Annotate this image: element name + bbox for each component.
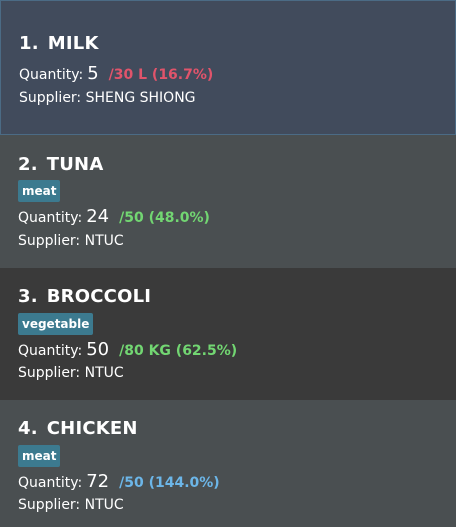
item-index: 3. xyxy=(18,286,38,307)
list-item-chicken[interactable]: 4. CHICKEN meat Quantity: 72/50 (144.0%) S… xyxy=(0,400,456,527)
item-supplier: Supplier: NTUC xyxy=(18,365,124,381)
quantity-value: 5 xyxy=(87,63,99,84)
quantity-label: Quantity: xyxy=(18,343,83,359)
quantity-stat: /50 (144.0%) xyxy=(119,475,220,491)
item-supplier: Supplier: SHENG SHIONG xyxy=(19,90,196,106)
item-index: 4. xyxy=(18,418,38,439)
quantity-value: 72 xyxy=(86,471,110,492)
list-item-tuna[interactable]: 2. TUNA meat Quantity: 24/50 (48.0%) Suppl… xyxy=(0,135,456,268)
quantity-label: Quantity: xyxy=(18,475,83,491)
tag-badge: meat xyxy=(18,445,61,467)
quantity-value: 50 xyxy=(86,339,110,360)
item-name: 4. CHICKEN xyxy=(18,418,138,439)
item-name-text: BROCCOLI xyxy=(46,286,152,307)
item-index: 2. xyxy=(18,154,38,175)
list-item-milk[interactable]: 1. MILK Quantity: 5/30 L (16.7%) Supplier:… xyxy=(0,0,456,135)
list-item-broccoli[interactable]: 3. BROCCOLI vegetable Quantity: 50/80 KG (… xyxy=(0,268,456,400)
item-quantity: Quantity: 24/50 (48.0%) xyxy=(18,206,210,227)
quantity-label: Quantity: xyxy=(18,210,83,226)
item-quantity: Quantity: 50/80 KG (62.5%) xyxy=(18,339,237,360)
item-quantity: Quantity: 5/30 L (16.7%) xyxy=(19,63,213,84)
item-name-text: MILK xyxy=(47,33,99,54)
item-name: 2. TUNA xyxy=(18,154,103,175)
inventory-list[interactable]: 1. MILK Quantity: 5/30 L (16.7%) Supplier:… xyxy=(0,0,456,527)
item-name: 3. BROCCOLI xyxy=(18,286,151,307)
quantity-value: 24 xyxy=(86,206,110,227)
item-name: 1. MILK xyxy=(19,33,99,54)
quantity-stat: /80 KG (62.5%) xyxy=(119,343,238,359)
item-name-text: TUNA xyxy=(46,154,104,175)
item-index: 1. xyxy=(19,33,39,54)
item-supplier: Supplier: NTUC xyxy=(18,497,124,513)
quantity-stat: /50 (48.0%) xyxy=(119,210,210,226)
item-supplier: Supplier: NTUC xyxy=(18,233,124,249)
item-quantity: Quantity: 72/50 (144.0%) xyxy=(18,471,220,492)
quantity-stat: /30 L (16.7%) xyxy=(108,67,214,83)
tag-badge: vegetable xyxy=(18,313,94,335)
item-name-text: CHICKEN xyxy=(46,418,138,439)
tag-badge: meat xyxy=(18,180,61,202)
quantity-label: Quantity: xyxy=(19,67,84,83)
